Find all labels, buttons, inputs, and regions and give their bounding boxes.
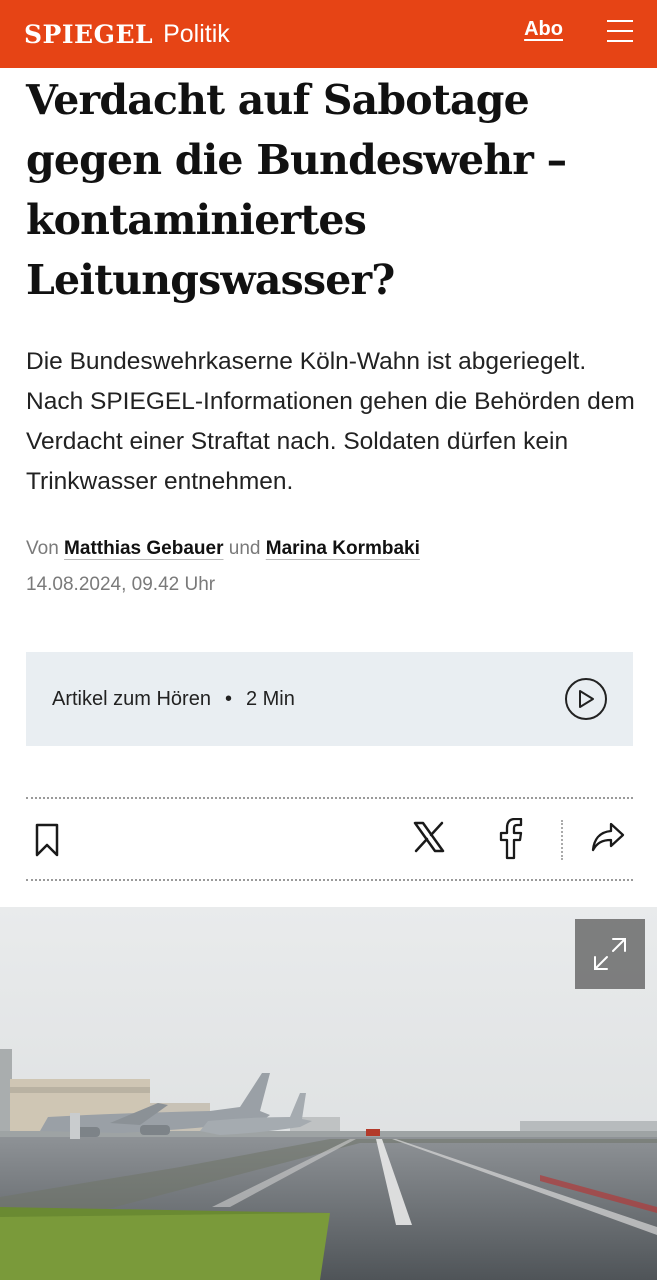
facebook-icon[interactable] bbox=[498, 817, 524, 865]
byline-and: und bbox=[228, 538, 261, 559]
hamburger-icon[interactable] bbox=[607, 20, 633, 42]
expand-icon[interactable] bbox=[575, 919, 645, 989]
abo-link[interactable]: Abo bbox=[524, 18, 563, 41]
play-icon[interactable] bbox=[565, 678, 607, 720]
audio-player[interactable]: Artikel zum Hören • 2 Min bbox=[26, 652, 633, 746]
article-photo bbox=[0, 907, 657, 1280]
author-link-1[interactable]: Matthias Gebauer bbox=[64, 538, 223, 559]
publish-date: 14.08.2024, 09.42 Uhr bbox=[26, 574, 216, 595]
bookmark-icon[interactable] bbox=[34, 822, 60, 863]
article-lead: Die Bundeswehrkaserne Köln-Wahn ist abge… bbox=[26, 348, 635, 495]
audio-separator: • bbox=[224, 687, 232, 710]
share-icon[interactable] bbox=[590, 821, 626, 858]
top-bar: SPIEGEL Politik Abo bbox=[0, 0, 657, 68]
byline: Von Matthias Gebauer und Marina Kormbaki bbox=[26, 538, 420, 560]
spiegel-logo[interactable]: SPIEGEL bbox=[24, 20, 153, 49]
divider-bottom bbox=[26, 879, 633, 881]
x-icon[interactable] bbox=[412, 820, 446, 859]
audio-duration: 2 Min bbox=[245, 687, 295, 710]
byline-prefix: Von bbox=[26, 538, 59, 559]
article-headline: Verdacht auf Sabotage gegen die Bundeswe… bbox=[26, 76, 567, 304]
section-label[interactable]: Politik bbox=[163, 20, 230, 49]
audio-label: Artikel zum Hören bbox=[52, 687, 211, 710]
author-link-2[interactable]: Marina Kormbaki bbox=[266, 538, 420, 559]
divider-top bbox=[26, 797, 633, 799]
action-separator bbox=[561, 820, 563, 860]
